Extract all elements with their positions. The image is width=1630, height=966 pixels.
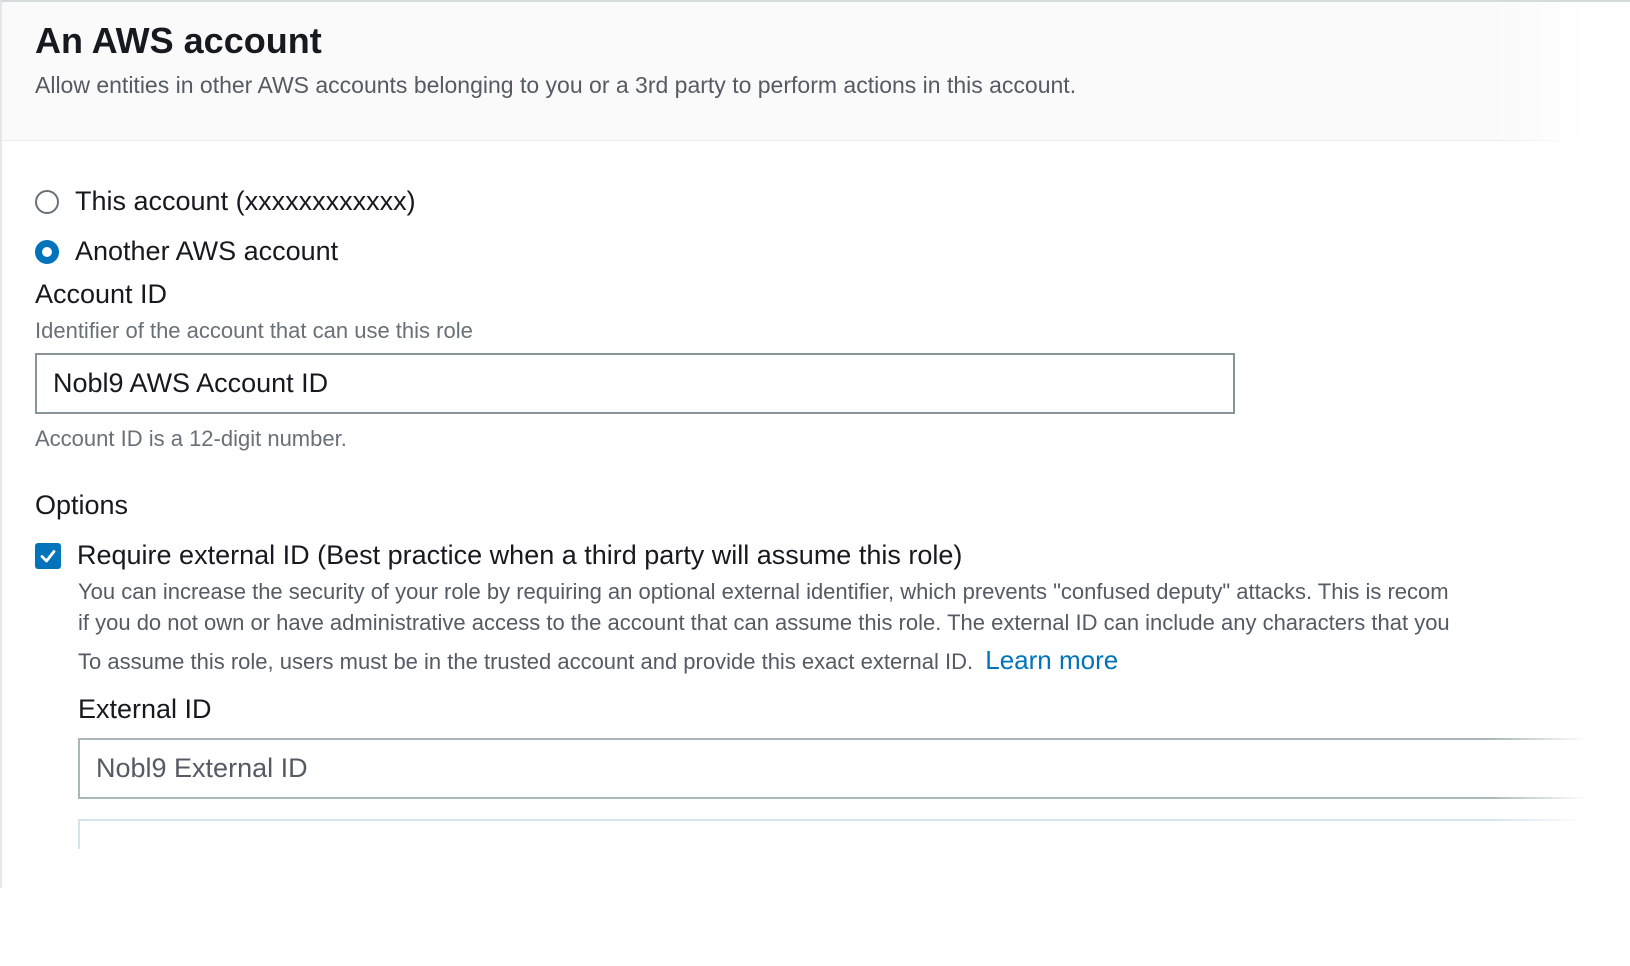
radio-another-account[interactable]: Another AWS account xyxy=(35,236,338,267)
external-id-description-text: To assume this role, users must be in th… xyxy=(78,649,974,674)
external-id-description-line-2: if you do not own or have administrative… xyxy=(78,610,1450,635)
external-id-label: External ID xyxy=(78,694,212,724)
account-id-description: Identifier of the account that can use t… xyxy=(35,318,473,343)
trusted-entity-panel: An AWS account Allow entities in other A… xyxy=(0,0,1630,888)
require-external-id-label: Require external ID (Best practice when … xyxy=(77,540,963,570)
external-id-description-line-1: You can increase the security of your ro… xyxy=(78,579,1449,604)
account-id-label: Account ID xyxy=(35,279,168,309)
radio-this-account-circle[interactable] xyxy=(35,189,59,214)
require-external-id-checkbox[interactable] xyxy=(35,542,61,569)
external-id-input[interactable]: Nobl9 External ID xyxy=(78,738,1630,799)
radio-this-account[interactable]: This account (xxxxxxxxxxxx) xyxy=(35,186,416,217)
checkmark-icon xyxy=(40,549,56,562)
account-id-hint: Account ID is a 12-digit number. xyxy=(35,426,347,451)
require-external-id-checkbox-row[interactable]: Require external ID (Best practice when … xyxy=(35,540,962,571)
external-id-description-line-3: To assume this role, users must be in th… xyxy=(78,645,1118,676)
radio-this-account-label: This account (xxxxxxxxxxxx) xyxy=(75,186,416,216)
radio-another-account-label: Another AWS account xyxy=(75,236,339,266)
options-heading: Options xyxy=(35,490,129,520)
panel-title: An AWS account xyxy=(35,20,322,61)
account-id-input[interactable]: Nobl9 AWS Account ID xyxy=(35,353,1235,414)
next-field-edge xyxy=(78,819,1630,849)
panel-header: An AWS account Allow entities in other A… xyxy=(2,2,1630,141)
panel-subtitle: Allow entities in other AWS accounts bel… xyxy=(35,72,1077,98)
learn-more-link[interactable]: Learn more xyxy=(985,645,1118,675)
radio-another-account-circle[interactable] xyxy=(35,239,59,264)
